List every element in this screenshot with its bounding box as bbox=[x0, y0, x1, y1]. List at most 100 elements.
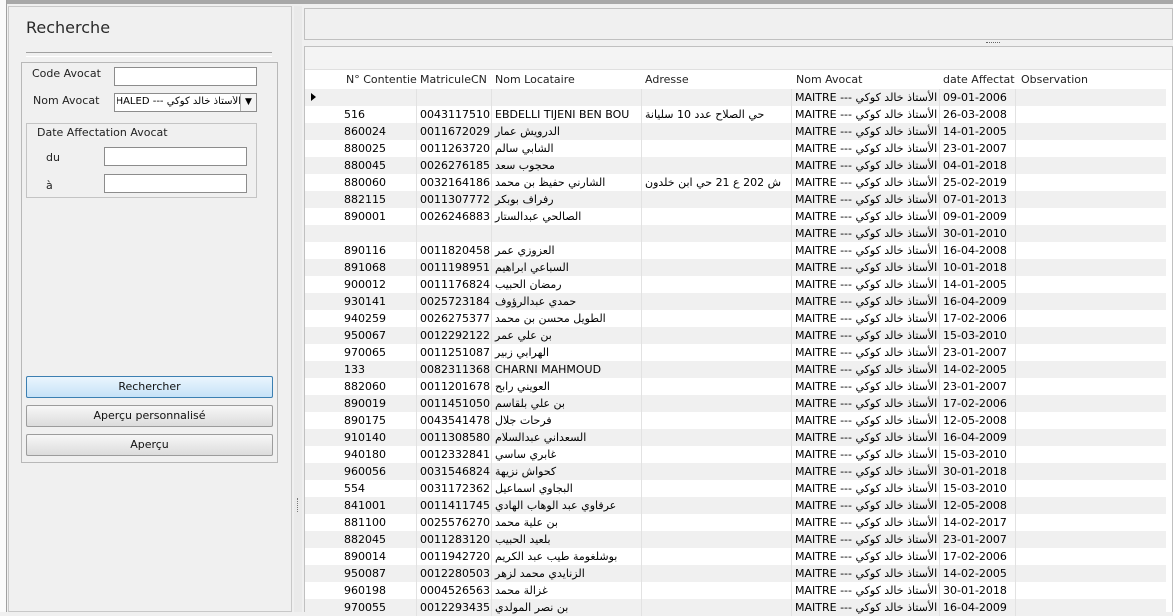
cell-matricule[interactable]: 0011411745 bbox=[417, 497, 492, 514]
cell-adresse[interactable] bbox=[642, 259, 792, 276]
cell-nom-locataire[interactable]: الصالحي عبدالستار bbox=[492, 208, 642, 225]
row-indicator[interactable] bbox=[305, 412, 341, 429]
header-nom-avocat[interactable]: Nom Avocat bbox=[796, 73, 862, 86]
cell-num-contentieux[interactable]: 960056 bbox=[341, 463, 417, 480]
header-num-contentieux[interactable]: N° Contentie bbox=[346, 73, 417, 86]
cell-nom-avocat[interactable]: MAITRE --- الأستاذ خالد كوكي bbox=[792, 208, 940, 225]
cell-nom-avocat[interactable]: MAITRE --- الأستاذ خالد كوكي bbox=[792, 480, 940, 497]
cell-nom-locataire[interactable]: فرحات جلال bbox=[492, 412, 642, 429]
cell-nom-avocat[interactable]: MAITRE --- الأستاذ خالد كوكي bbox=[792, 514, 940, 531]
cell-date-affectation[interactable]: 04-01-2018 bbox=[940, 157, 1016, 174]
cell-adresse[interactable] bbox=[642, 378, 792, 395]
cell-matricule[interactable]: 0025576270 bbox=[417, 514, 492, 531]
cell-nom-locataire[interactable]: غابري ساسي bbox=[492, 446, 642, 463]
row-indicator[interactable] bbox=[305, 242, 341, 259]
cell-date-affectation[interactable]: 15-03-2010 bbox=[940, 446, 1016, 463]
cell-observation[interactable] bbox=[1016, 208, 1166, 225]
cell-num-contentieux[interactable]: 890019 bbox=[341, 395, 417, 412]
cell-nom-locataire[interactable]: عرفاوي عبد الوهاب الهادي bbox=[492, 497, 642, 514]
cell-nom-locataire[interactable]: محجوب سعد bbox=[492, 157, 642, 174]
cell-nom-locataire[interactable]: CHARNI MAHMOUD bbox=[492, 361, 642, 378]
table-row[interactable]: 970065 0011251087 الهرابي زبير MAITRE --- ا… bbox=[305, 344, 1166, 361]
row-indicator[interactable] bbox=[305, 599, 341, 616]
cell-nom-avocat[interactable]: MAITRE --- الأستاذ خالد كوكي bbox=[792, 531, 940, 548]
cell-nom-avocat[interactable]: MAITRE --- الأستاذ خالد كوكي bbox=[792, 395, 940, 412]
cell-observation[interactable] bbox=[1016, 514, 1166, 531]
cell-nom-avocat[interactable]: MAITRE --- الأستاذ خالد كوكي bbox=[792, 310, 940, 327]
cell-nom-avocat[interactable]: MAITRE --- الأستاذ خالد كوكي bbox=[792, 378, 940, 395]
cell-nom-locataire[interactable]: الشارني حفيظ بن محمد bbox=[492, 174, 642, 191]
cell-observation[interactable] bbox=[1016, 463, 1166, 480]
cell-nom-locataire[interactable]: الطويل محسن بن محمد bbox=[492, 310, 642, 327]
cell-observation[interactable] bbox=[1016, 429, 1166, 446]
cell-num-contentieux[interactable]: 516 bbox=[341, 106, 417, 123]
cell-matricule[interactable]: 0011942720 bbox=[417, 548, 492, 565]
table-row[interactable]: 890001 0026246883 الصالحي عبدالستار MAITRE … bbox=[305, 208, 1166, 225]
cell-observation[interactable] bbox=[1016, 123, 1166, 140]
cell-observation[interactable] bbox=[1016, 157, 1166, 174]
table-row[interactable]: 133 0082311368 CHARNI MAHMOUD MAITRE --- ال… bbox=[305, 361, 1166, 378]
cell-matricule[interactable]: 0011820458 bbox=[417, 242, 492, 259]
cell-adresse[interactable] bbox=[642, 463, 792, 480]
cell-adresse[interactable]: حي الصلاح عدد 10 سليانة bbox=[642, 106, 792, 123]
cell-observation[interactable] bbox=[1016, 106, 1166, 123]
cell-nom-locataire[interactable]: العويني رابح bbox=[492, 378, 642, 395]
cell-date-affectation[interactable]: 30-01-2018 bbox=[940, 463, 1016, 480]
table-row[interactable]: 516 0043117510 EBDELLI TIJENI BEN BOU حي ال… bbox=[305, 106, 1166, 123]
cell-observation[interactable] bbox=[1016, 89, 1166, 106]
cell-date-affectation[interactable]: 15-03-2010 bbox=[940, 480, 1016, 497]
cell-date-affectation[interactable]: 17-02-2006 bbox=[940, 395, 1016, 412]
cell-observation[interactable] bbox=[1016, 174, 1166, 191]
cell-nom-locataire[interactable]: بن علي بلقاسم bbox=[492, 395, 642, 412]
cell-num-contentieux[interactable]: 133 bbox=[341, 361, 417, 378]
table-row[interactable]: 860024 0011672029 الدرويش عمار MAITRE --- ا… bbox=[305, 123, 1166, 140]
cell-observation[interactable] bbox=[1016, 531, 1166, 548]
table-row[interactable]: 890175 0043541478 فرحات جلال MAITRE --- الأ… bbox=[305, 412, 1166, 429]
cell-nom-avocat[interactable]: MAITRE --- الأستاذ خالد كوكي bbox=[792, 191, 940, 208]
cell-date-affectation[interactable]: 14-01-2005 bbox=[940, 123, 1016, 140]
cell-date-affectation[interactable]: 14-01-2005 bbox=[940, 276, 1016, 293]
row-indicator[interactable] bbox=[305, 514, 341, 531]
vertical-splitter[interactable] bbox=[294, 6, 302, 612]
row-indicator[interactable] bbox=[305, 361, 341, 378]
cell-num-contentieux[interactable]: 860024 bbox=[341, 123, 417, 140]
row-indicator[interactable] bbox=[305, 446, 341, 463]
cell-nom-avocat[interactable]: MAITRE --- الأستاذ خالد كوكي bbox=[792, 276, 940, 293]
cell-observation[interactable] bbox=[1016, 344, 1166, 361]
cell-nom-locataire[interactable]: السعداني عبدالسلام bbox=[492, 429, 642, 446]
cell-adresse[interactable] bbox=[642, 225, 792, 242]
table-row[interactable]: 554 0031172362 البجاوي اسماعيل MAITRE --- ا… bbox=[305, 480, 1166, 497]
cell-observation[interactable] bbox=[1016, 599, 1166, 616]
date-du-input[interactable] bbox=[104, 147, 247, 166]
cell-num-contentieux[interactable]: 890001 bbox=[341, 208, 417, 225]
table-row[interactable]: 880025 0011263720 الشابي سالم MAITRE --- ال… bbox=[305, 140, 1166, 157]
cell-adresse[interactable] bbox=[642, 412, 792, 429]
cell-nom-locataire[interactable]: الدرويش عمار bbox=[492, 123, 642, 140]
table-row[interactable]: 841001 0011411745 عرفاوي عبد الوهاب الهادي… bbox=[305, 497, 1166, 514]
row-indicator[interactable] bbox=[305, 191, 341, 208]
cell-adresse[interactable] bbox=[642, 582, 792, 599]
table-row[interactable]: 890116 0011820458 العزوزي عمر MAITRE --- ال… bbox=[305, 242, 1166, 259]
cell-matricule[interactable]: 0026246883 bbox=[417, 208, 492, 225]
cell-adresse[interactable] bbox=[642, 208, 792, 225]
cell-num-contentieux[interactable]: 880025 bbox=[341, 140, 417, 157]
row-indicator[interactable] bbox=[305, 106, 341, 123]
cell-matricule[interactable]: 0011672029 bbox=[417, 123, 492, 140]
table-row[interactable]: 882045 0011283120 بلعيد الحبيب MAITRE --- ا… bbox=[305, 531, 1166, 548]
row-indicator[interactable] bbox=[305, 327, 341, 344]
row-indicator[interactable] bbox=[305, 429, 341, 446]
table-row[interactable]: 940259 0026275377 الطويل محسن بن محمد MAITR… bbox=[305, 310, 1166, 327]
cell-observation[interactable] bbox=[1016, 225, 1166, 242]
cell-num-contentieux[interactable]: 940180 bbox=[341, 446, 417, 463]
row-indicator[interactable] bbox=[305, 174, 341, 191]
cell-adresse[interactable] bbox=[642, 395, 792, 412]
table-row[interactable]: 882115 0011307772 رفراف بوبكر MAITRE --- ال… bbox=[305, 191, 1166, 208]
table-row[interactable]: 940180 0012332841 غابري ساسي MAITRE --- الأ… bbox=[305, 446, 1166, 463]
cell-observation[interactable] bbox=[1016, 310, 1166, 327]
header-observation[interactable]: Observation bbox=[1021, 73, 1088, 86]
cell-nom-locataire[interactable]: رفراف بوبكر bbox=[492, 191, 642, 208]
cell-matricule[interactable]: 0011308580 bbox=[417, 429, 492, 446]
cell-matricule[interactable]: 0011201678 bbox=[417, 378, 492, 395]
row-indicator[interactable] bbox=[305, 157, 341, 174]
cell-matricule[interactable] bbox=[417, 225, 492, 242]
